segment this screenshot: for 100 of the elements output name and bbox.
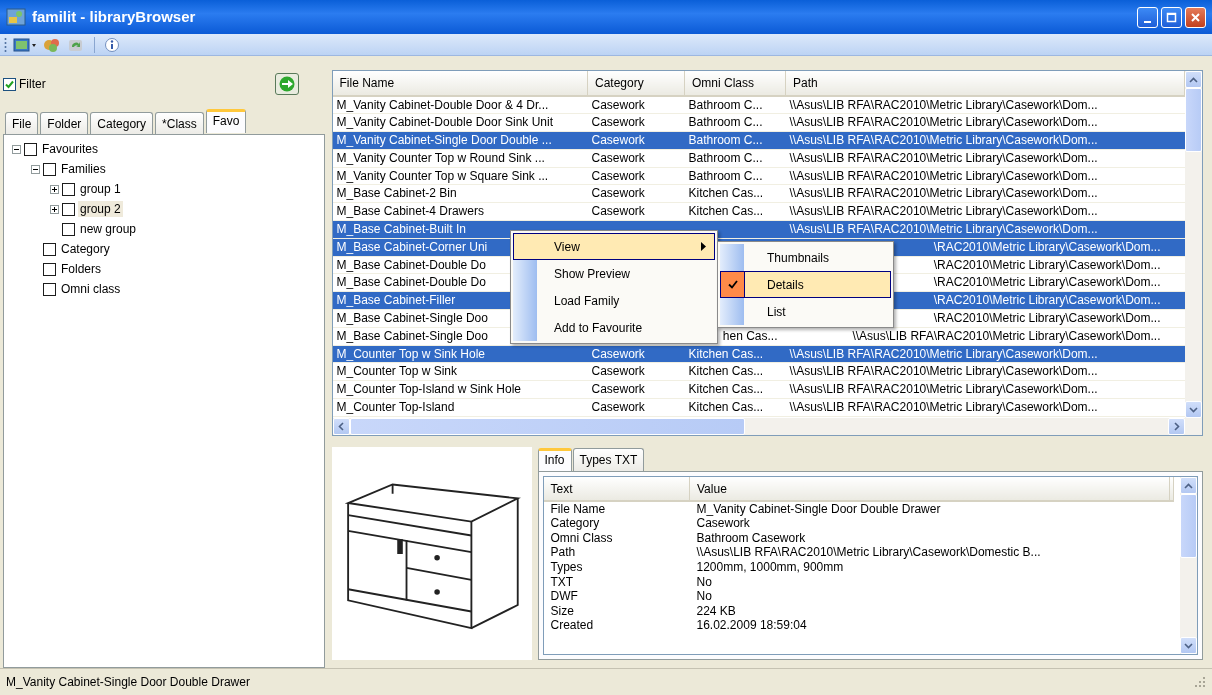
- table-cell[interactable]: Casework: [591, 399, 645, 414]
- table-cell[interactable]: \\Asus\LIB RFA\RAC2010\Metric Library\Casework\Dom...: [789, 364, 1098, 379]
- menu-item[interactable]: Show Preview: [513, 260, 715, 287]
- tab[interactable]: Types TXT: [572, 448, 645, 471]
- table-cell[interactable]: \RAC2010\Metric Library\Casework\Dom...: [933, 257, 1161, 272]
- scroll-thumb[interactable]: [1180, 494, 1197, 558]
- table-cell[interactable]: M_Base Cabinet-2 Bin: [336, 186, 457, 201]
- tree-checkbox[interactable]: [43, 242, 56, 256]
- table-cell[interactable]: \\Asus\LIB RFA\RAC2010\Metric Library\Casework\Dom...: [789, 168, 1098, 183]
- menu-item[interactable]: View: [513, 233, 715, 260]
- table-cell[interactable]: \\Asus\LIB RFA\RAC2010\Metric Library\Casework\Dom...: [789, 382, 1098, 397]
- table-cell[interactable]: \\Asus\LIB RFA\RAC2010\Metric Library\Casework\Dom...: [852, 328, 1161, 343]
- tree-item[interactable]: Omni class: [59, 281, 123, 297]
- table-cell[interactable]: M_Base Cabinet-4 Drawers: [336, 204, 484, 219]
- table-cell[interactable]: Casework: [591, 168, 645, 183]
- tree-checkbox[interactable]: [43, 262, 56, 276]
- column-header[interactable]: Value: [689, 477, 1170, 501]
- horizontal-scrollbar[interactable]: [332, 418, 1202, 435]
- menu-item[interactable]: Thumbnails: [720, 244, 891, 271]
- tab[interactable]: Favo: [205, 109, 247, 133]
- table-cell[interactable]: M_Base Cabinet-Filler: [336, 293, 456, 308]
- table-cell[interactable]: M_Vanity Counter Top w Round Sink ...: [336, 150, 545, 165]
- table-cell[interactable]: M_Counter Top-Island w Sink Hole: [336, 382, 522, 397]
- tree-checkbox[interactable]: [43, 282, 56, 296]
- tree-item[interactable]: Folders: [59, 261, 103, 277]
- column-header[interactable]: Omni Class: [684, 71, 786, 96]
- tree-item[interactable]: group 2: [78, 201, 123, 217]
- column-header[interactable]: File Name: [332, 71, 588, 96]
- menu-item[interactable]: Details: [720, 271, 891, 298]
- scroll-thumb[interactable]: [1185, 88, 1202, 152]
- table-cell[interactable]: M_Vanity Cabinet-Double Door & 4 Dr...: [336, 97, 549, 112]
- scroll-thumb[interactable]: [349, 418, 745, 435]
- tree-item[interactable]: Category: [59, 241, 112, 257]
- tab[interactable]: File: [5, 112, 39, 134]
- expand-icon[interactable]: [50, 204, 59, 214]
- table-cell[interactable]: hen Cas...: [722, 328, 778, 343]
- table-cell[interactable]: M_Base Cabinet-Double Do: [336, 257, 486, 272]
- table-cell[interactable]: Kitchen Cas...: [688, 186, 764, 201]
- collapse-icon[interactable]: [12, 144, 21, 154]
- tab[interactable]: *Class: [155, 112, 204, 134]
- scroll-up-button[interactable]: [1185, 71, 1202, 88]
- column-header[interactable]: Category: [587, 71, 685, 96]
- table-cell[interactable]: Bathroom C...: [688, 168, 763, 183]
- table-cell[interactable]: Bathroom C...: [688, 150, 763, 165]
- table-cell[interactable]: \\Asus\LIB RFA\RAC2010\Metric Library\Casework\Dom...: [789, 150, 1098, 165]
- tree-checkbox[interactable]: [24, 142, 37, 156]
- tab[interactable]: Folder: [40, 112, 89, 134]
- tree-checkbox[interactable]: [62, 202, 75, 216]
- table-cell[interactable]: \\Asus\LIB RFA\RAC2010\Metric Library\Casework\Dom...: [789, 115, 1098, 130]
- image-dropdown-icon[interactable]: [13, 36, 37, 53]
- table-cell[interactable]: M_Base Cabinet-Corner Uni: [336, 239, 488, 254]
- table-cell[interactable]: Bathroom C...: [688, 97, 763, 112]
- go-button[interactable]: [274, 73, 299, 95]
- table-cell[interactable]: \\Asus\LIB RFA\RAC2010\Metric Library\Casework\Dom...: [789, 399, 1098, 414]
- table-cell[interactable]: Casework: [591, 115, 645, 130]
- filter-checkbox[interactable]: [3, 77, 16, 91]
- table-cell[interactable]: M_Vanity Counter Top w Square Sink ...: [336, 168, 549, 183]
- table-cell[interactable]: \RAC2010\Metric Library\Casework\Dom...: [933, 310, 1161, 325]
- maximize-button[interactable]: [1161, 6, 1182, 28]
- table-cell[interactable]: Casework: [591, 97, 645, 112]
- table-cell[interactable]: \\Asus\LIB RFA\RAC2010\Metric Library\Casework\Dom...: [789, 204, 1098, 219]
- table-cell[interactable]: Casework: [591, 382, 645, 397]
- vertical-scrollbar[interactable]: [1180, 477, 1197, 654]
- vertical-scrollbar[interactable]: [1185, 71, 1202, 418]
- table-cell[interactable]: Casework: [591, 186, 645, 201]
- scroll-right-button[interactable]: [1168, 418, 1185, 435]
- scroll-down-button[interactable]: [1185, 401, 1202, 418]
- close-button[interactable]: [1185, 6, 1206, 28]
- collapse-icon[interactable]: [31, 164, 40, 174]
- table-cell[interactable]: Kitchen Cas...: [688, 382, 764, 397]
- tree-checkbox[interactable]: [43, 162, 56, 176]
- table-cell[interactable]: M_Base Cabinet-Single Doo: [336, 328, 488, 343]
- menu-item[interactable]: Load Family: [513, 287, 715, 314]
- menu-item[interactable]: Add to Favourite: [513, 314, 715, 341]
- cluster-icon[interactable]: [43, 36, 61, 53]
- table-cell[interactable]: Kitchen Cas...: [688, 364, 764, 379]
- table-cell[interactable]: \\Asus\LIB RFA\RAC2010\Metric Library\Casework\Dom...: [789, 186, 1098, 201]
- column-header[interactable]: Path: [785, 71, 1185, 96]
- size-grip-icon[interactable]: [1194, 676, 1206, 688]
- table-cell[interactable]: M_Vanity Cabinet-Double Door Sink Unit: [336, 115, 554, 130]
- tree-item[interactable]: Families: [59, 161, 108, 177]
- tree-item[interactable]: group 1: [78, 181, 123, 197]
- table-cell[interactable]: \\Asus\LIB RFA\RAC2010\Metric Library\Casework\Dom...: [789, 97, 1098, 112]
- table-cell[interactable]: M_Base Cabinet-Double Do: [336, 275, 486, 290]
- table-cell[interactable]: Kitchen Cas...: [688, 204, 764, 219]
- table-cell[interactable]: Casework: [591, 364, 645, 379]
- tree-checkbox[interactable]: [62, 222, 75, 236]
- table-cell[interactable]: \RAC2010\Metric Library\Casework\Dom...: [933, 275, 1161, 290]
- tree-checkbox[interactable]: [62, 182, 75, 196]
- minimize-button[interactable]: [1137, 6, 1158, 28]
- menu-item[interactable]: List: [720, 298, 891, 325]
- table-cell[interactable]: Casework: [591, 204, 645, 219]
- scroll-up-button[interactable]: [1180, 477, 1197, 494]
- table-cell[interactable]: Kitchen Cas...: [688, 399, 764, 414]
- table-cell[interactable]: M_Base Cabinet-Single Doo: [336, 310, 488, 325]
- table-cell[interactable]: M_Counter Top w Sink: [336, 364, 457, 379]
- table-cell[interactable]: Bathroom C...: [688, 115, 763, 130]
- tree-item[interactable]: new group: [78, 221, 139, 237]
- tree-item[interactable]: Favourites: [40, 141, 101, 157]
- table-cell[interactable]: Casework: [591, 150, 645, 165]
